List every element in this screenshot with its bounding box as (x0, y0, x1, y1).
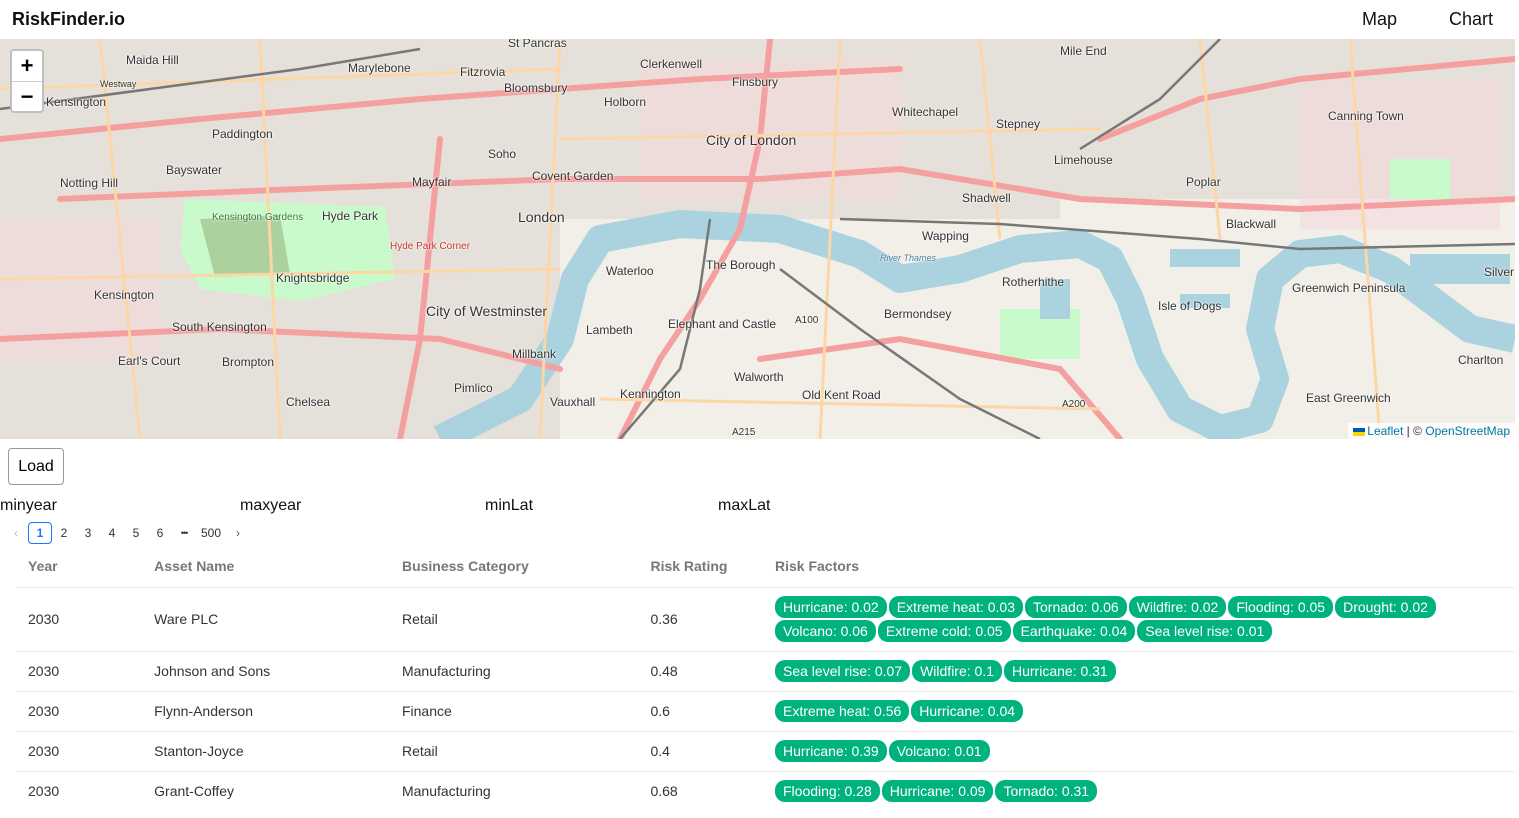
risk-factor-tag: Extreme heat: 0.03 (888, 596, 1024, 618)
filter-maxlat[interactable]: maxLat (718, 497, 770, 515)
ukraine-flag-icon (1353, 427, 1366, 436)
column-header-risk-rating[interactable]: Risk Rating (638, 545, 763, 587)
filter-minlat[interactable]: minLat (485, 497, 533, 515)
map-view[interactable]: St Pancras Maida Hill Marylebone Fitzrov… (0, 39, 1515, 439)
app-header: RiskFinder.io Map Chart (0, 0, 1519, 39)
risk-factor-tag: Wildfire: 0.02 (1128, 596, 1227, 618)
openstreetmap-link[interactable]: OpenStreetMap (1425, 424, 1510, 438)
risk-factor-tag: Hurricane: 0.09 (881, 780, 994, 803)
cell-risk-rating: 0.68 (638, 770, 763, 811)
risk-factor-tag: Hurricane: 0.04 (911, 700, 1024, 722)
table-row[interactable]: 2030 Johnson and Sons Manufacturing 0.48 Sea… (16, 650, 1515, 691)
pagination-page[interactable]: 5 (124, 522, 148, 544)
risk-factor-tag: Flooding: 0.05 (1228, 596, 1334, 618)
risk-factor-tag: Volcano: 0.01 (888, 740, 990, 762)
risk-factor-tag: Flooding: 0.28 (775, 780, 880, 803)
filter-maxyear[interactable]: maxyear (240, 497, 301, 515)
pagination-page[interactable]: 2 (52, 522, 76, 544)
risk-factor-tags: Hurricane: 0.39 Volcano: 0.01 (775, 739, 1503, 763)
main-nav: Map Chart (1362, 9, 1507, 30)
asset-table: Year Asset Name Business Category Risk R… (16, 545, 1515, 811)
cell-risk-factors: Sea level rise: 0.07 Wildfire: 0.1 Hurrica… (763, 650, 1515, 691)
pagination-page[interactable]: 3 (76, 522, 100, 544)
cell-year: 2030 (16, 730, 143, 771)
cell-risk-factors: Hurricane: 0.39 Volcano: 0.01 (763, 730, 1515, 771)
brand-logo[interactable]: RiskFinder.io (12, 9, 125, 30)
filter-minyear[interactable]: minyear (0, 497, 57, 515)
cell-business-category: Retail (389, 586, 639, 651)
cell-asset-name: Flynn-Anderson (142, 690, 390, 731)
map-tiles (0, 39, 1515, 439)
pagination: ‹ 1 2 3 4 5 6 ••• 500 › (4, 521, 1519, 545)
cell-business-category: Manufacturing (389, 650, 639, 691)
cell-asset-name: Grant-Coffey (142, 770, 390, 811)
risk-factor-tags: Extreme heat: 0.56 Hurricane: 0.04 (775, 699, 1503, 723)
column-header-year[interactable]: Year (16, 545, 142, 587)
cell-asset-name: Stanton-Joyce (142, 730, 390, 771)
map-zoom-control: + − (10, 49, 44, 113)
cell-risk-rating: 0.48 (638, 650, 763, 691)
cell-risk-factors: Extreme heat: 0.56 Hurricane: 0.04 (763, 690, 1515, 731)
load-button[interactable]: Load (8, 448, 64, 485)
pagination-page[interactable]: 6 (148, 522, 172, 544)
table-row[interactable]: 2030 Ware PLC Retail 0.36 Hurricane: 0.02 Ext… (16, 586, 1515, 651)
risk-factor-tag: Tornado: 0.31 (995, 780, 1098, 803)
risk-factor-tag: Wildfire: 0.1 (912, 660, 1002, 682)
attribution-separator: | © (1406, 424, 1422, 438)
risk-factor-tag: Hurricane: 0.02 (775, 596, 887, 618)
pagination-page[interactable]: 4 (100, 522, 124, 544)
zoom-in-button[interactable]: + (12, 51, 42, 81)
map-attribution: Leaflet | © OpenStreetMap (1348, 423, 1515, 439)
pagination-page-last[interactable]: 500 (196, 522, 226, 544)
risk-factor-tag: Extreme heat: 0.56 (775, 700, 910, 722)
cell-risk-rating: 0.36 (638, 586, 763, 651)
risk-factor-tag: Sea level rise: 0.07 (775, 660, 911, 682)
zoom-out-button[interactable]: − (12, 81, 42, 111)
cell-business-category: Finance (389, 690, 639, 731)
risk-factor-tag: Drought: 0.02 (1335, 596, 1436, 618)
table-row[interactable]: 2030 Stanton-Joyce Retail 0.4 Hurricane: 0.3… (16, 730, 1515, 771)
pagination-ellipsis[interactable]: ••• (172, 522, 196, 544)
risk-factor-tag: Tornado: 0.06 (1025, 596, 1127, 618)
risk-factor-tag: Volcano: 0.06 (775, 620, 876, 642)
cell-business-category: Retail (389, 730, 639, 771)
filter-row: minyear maxyear minLat maxLat (0, 497, 1519, 521)
pagination-prev-button[interactable]: ‹ (4, 522, 28, 544)
leaflet-link[interactable]: Leaflet (1367, 424, 1403, 438)
cell-year: 2030 (16, 770, 143, 811)
table-row[interactable]: 2030 Flynn-Anderson Finance 0.6 Extreme heat… (16, 690, 1515, 731)
risk-factor-tags: Sea level rise: 0.07 Wildfire: 0.1 Hurrica… (775, 659, 1503, 683)
risk-factor-tags: Hurricane: 0.02 Extreme heat: 0.03 Tornado… (775, 595, 1503, 643)
cell-risk-rating: 0.4 (638, 730, 763, 771)
cell-year: 2030 (16, 690, 143, 731)
cell-business-category: Manufacturing (389, 770, 639, 811)
risk-factor-tag: Earthquake: 0.04 (1012, 620, 1136, 642)
cell-year: 2030 (16, 650, 143, 691)
pagination-next-button[interactable]: › (226, 522, 250, 544)
risk-factor-tag: Sea level rise: 0.01 (1137, 620, 1273, 642)
risk-factor-tag: Hurricane: 0.31 (1004, 660, 1116, 682)
pagination-page[interactable]: 1 (28, 522, 52, 544)
cell-year: 2030 (16, 586, 143, 651)
risk-factor-tag: Extreme cold: 0.05 (877, 620, 1011, 642)
cell-risk-rating: 0.6 (638, 690, 763, 731)
column-header-risk-factors[interactable]: Risk Factors (763, 545, 1515, 587)
cell-risk-factors: Flooding: 0.28 Hurricane: 0.09 Tornado: 0.… (763, 770, 1515, 811)
nav-chart-link[interactable]: Chart (1449, 9, 1493, 30)
cell-asset-name: Johnson and Sons (142, 650, 390, 691)
cell-risk-factors: Hurricane: 0.02 Extreme heat: 0.03 Tornado… (763, 586, 1515, 651)
column-header-asset-name[interactable]: Asset Name (142, 545, 390, 587)
nav-map-link[interactable]: Map (1362, 9, 1397, 30)
risk-factor-tags: Flooding: 0.28 Hurricane: 0.09 Tornado: 0.… (775, 779, 1503, 803)
column-header-business-category[interactable]: Business Category (390, 545, 639, 587)
table-body: 2030 Ware PLC Retail 0.36 Hurricane: 0.02 Ext… (16, 586, 1515, 811)
cell-asset-name: Ware PLC (142, 586, 390, 651)
risk-factor-tag: Hurricane: 0.39 (775, 740, 887, 762)
table-row[interactable]: 2030 Grant-Coffey Manufacturing 0.68 Floodin… (16, 770, 1515, 811)
